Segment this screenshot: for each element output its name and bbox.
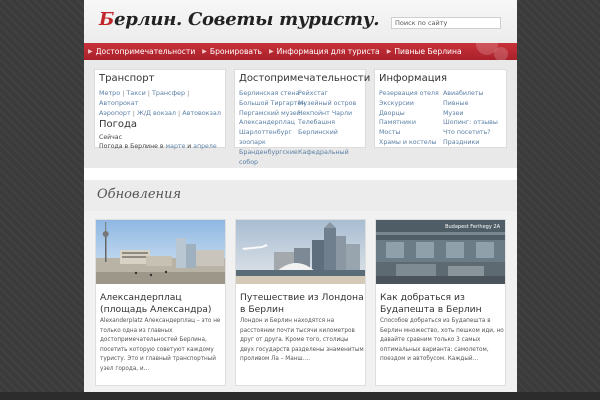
site-logo[interactable]: Берлин. Советы туристу. xyxy=(99,9,380,30)
link-bus-station[interactable]: Автовокзал xyxy=(182,109,221,117)
nav-item-label: Пивные Берлина xyxy=(394,47,462,56)
nav-item-sights[interactable]: ▶ Достопримечательности xyxy=(88,47,195,56)
link-airport[interactable]: Аэропорт xyxy=(99,109,131,117)
weather-label: Погода в Берлине в xyxy=(99,143,164,150)
post-title[interactable]: Александерплац (площадь Александра) xyxy=(100,292,224,315)
weather-and: и xyxy=(187,143,192,150)
post-card[interactable]: Budapest Ferihegy 2A Как добраться из Бу… xyxy=(375,219,506,386)
link-weather-april[interactable]: апреле xyxy=(193,143,216,150)
post-title[interactable]: Путешествие из Лондона в Берлин xyxy=(240,292,364,315)
main-nav: ▶ Достопримечательности ▶ Бронировать ▶ Инф… xyxy=(84,43,517,60)
arrow-right-icon: ▶ xyxy=(202,48,207,55)
separator: | xyxy=(187,89,190,97)
link-taxi[interactable]: Такси xyxy=(126,89,145,97)
link-railway-station[interactable]: Ж/Д вокзал xyxy=(137,109,176,117)
info-link[interactable]: Дворцы xyxy=(379,109,441,119)
info-link[interactable]: Памятники xyxy=(379,118,441,128)
arrow-right-icon: ▶ xyxy=(88,48,93,55)
info-link[interactable]: Храмы и костелы xyxy=(379,138,441,148)
page-container: Берлин. Советы туристу. Поиск по сайту ▶… xyxy=(84,0,517,400)
info-link[interactable]: Праздники xyxy=(443,138,505,148)
sight-link[interactable]: Телебашня xyxy=(298,118,358,128)
post-image-budapest-airport[interactable]: Budapest Ferihegy 2A xyxy=(376,220,505,284)
separator: | xyxy=(132,109,135,117)
top-panel: Транспорт Метро | Такси | Трансфер | Авт… xyxy=(84,60,517,168)
sight-link[interactable]: Берлинская стена xyxy=(239,89,299,99)
post-excerpt: Лондон и Берлин находятся на расстоянии … xyxy=(240,318,364,362)
post-excerpt: Способов добраться из Будапешта в Берлин… xyxy=(380,318,504,362)
nav-item-tourist-info[interactable]: ▶ Информация для туриста xyxy=(269,47,380,56)
separator: | xyxy=(178,109,181,117)
transport-links: Метро | Такси | Трансфер | Автопрокат Аэ… xyxy=(99,88,224,118)
sight-link[interactable]: собор xyxy=(239,158,296,168)
post-card[interactable]: Путешествие из Лондона в Берлин Лондон и… xyxy=(235,219,366,386)
weather-now: Сейчас xyxy=(99,134,122,141)
sight-link[interactable]: Большой Тиргартен xyxy=(239,99,305,109)
sight-link[interactable]: Александерплац xyxy=(239,118,296,128)
post-image-london[interactable] xyxy=(236,220,365,284)
updates-header: Обновления xyxy=(84,180,517,211)
info-title: Информация xyxy=(379,73,448,84)
sight-link[interactable]: Чекпойнт Чарли xyxy=(298,109,358,119)
info-link[interactable]: Резервация отеля xyxy=(379,89,441,99)
info-link[interactable]: Что посетить? xyxy=(443,128,505,138)
airport-sign-text: Budapest Ferihegy 2A xyxy=(445,224,501,230)
sight-link[interactable]: Кафедральный xyxy=(298,148,358,158)
info-links: Резервация отеля Авиабилеты Экскурсии Пивн… xyxy=(379,89,505,148)
link-metro[interactable]: Метро xyxy=(99,89,120,97)
sights-links: Берлинская стена Рейхстаг Большой Тиргарт… xyxy=(239,89,358,167)
page-bottom-bar xyxy=(0,392,600,400)
post-excerpt: Alexanderplatz Александерплац – это не т… xyxy=(100,318,221,372)
info-link[interactable]: Пивные xyxy=(443,99,505,109)
separator: | xyxy=(122,89,125,97)
sight-link[interactable]: Берлинский xyxy=(298,128,358,138)
logo-text: ерлин. Советы туристу. xyxy=(114,9,380,30)
arrow-right-icon: ▶ xyxy=(268,48,274,55)
logo-initial: Б xyxy=(99,9,115,30)
info-link[interactable]: Авиабилеты xyxy=(443,89,505,99)
info-link[interactable]: Мосты xyxy=(379,128,441,138)
info-link[interactable]: Шопинг: отзывы xyxy=(443,118,505,128)
sight-link[interactable]: Музейный остров xyxy=(298,99,358,109)
nav-item-label: Бронировать xyxy=(209,47,262,56)
sights-box: Достопримечательности Берлинская стена Ре… xyxy=(234,69,370,166)
sight-link[interactable]: Бранденбургские xyxy=(239,148,298,158)
sight-link[interactable] xyxy=(298,138,358,148)
sight-link[interactable]: Шарлоттенбург xyxy=(239,128,296,138)
transport-box: Транспорт Метро | Такси | Трансфер | Авт… xyxy=(94,69,226,151)
weather-text: Сейчас Погода в Берлине в марте и апреле xyxy=(99,133,224,151)
info-box: Информация Резервация отеля Авиабилеты Эк… xyxy=(374,69,507,148)
separator: | xyxy=(147,89,150,97)
nav-item-booking[interactable]: ▶ Бронировать xyxy=(202,47,262,56)
sight-link[interactable]: Пергамский музей xyxy=(239,109,301,119)
weather-title: Погода xyxy=(99,119,138,130)
sight-link[interactable]: Рейхстаг xyxy=(298,89,358,99)
post-title[interactable]: Как добраться из Будапешта в Берлин xyxy=(380,292,504,315)
post-card[interactable]: Александерплац (площадь Александра) Alex… xyxy=(95,219,226,386)
nav-item-label: Информация для туриста xyxy=(276,47,380,56)
transport-title: Транспорт xyxy=(99,73,155,84)
sights-title: Достопримечательности xyxy=(239,73,371,84)
posts-area: Александерплац (площадь Александра) Alex… xyxy=(84,211,517,400)
nav-decoration-circle xyxy=(494,47,508,60)
post-image-alexanderplatz[interactable] xyxy=(96,220,225,284)
sight-link[interactable] xyxy=(298,158,358,168)
info-link[interactable]: Экскурсии xyxy=(379,99,441,109)
arrow-right-icon: ▶ xyxy=(386,48,392,55)
site-header: Берлин. Советы туристу. Поиск по сайту xyxy=(84,0,517,43)
link-car-rental[interactable]: Автопрокат xyxy=(99,99,138,107)
updates-title: Обновления xyxy=(97,187,182,202)
nav-item-beer-halls[interactable]: ▶ Пивные Берлина xyxy=(387,47,462,56)
link-transfer[interactable]: Трансфер xyxy=(152,89,185,97)
search-input[interactable]: Поиск по сайту xyxy=(391,17,501,29)
nav-item-label: Достопримечательности xyxy=(95,47,196,56)
sight-link[interactable]: зоопарк xyxy=(239,138,296,148)
link-weather-march[interactable]: марте xyxy=(166,143,186,150)
info-link[interactable]: Музеи xyxy=(443,109,505,119)
